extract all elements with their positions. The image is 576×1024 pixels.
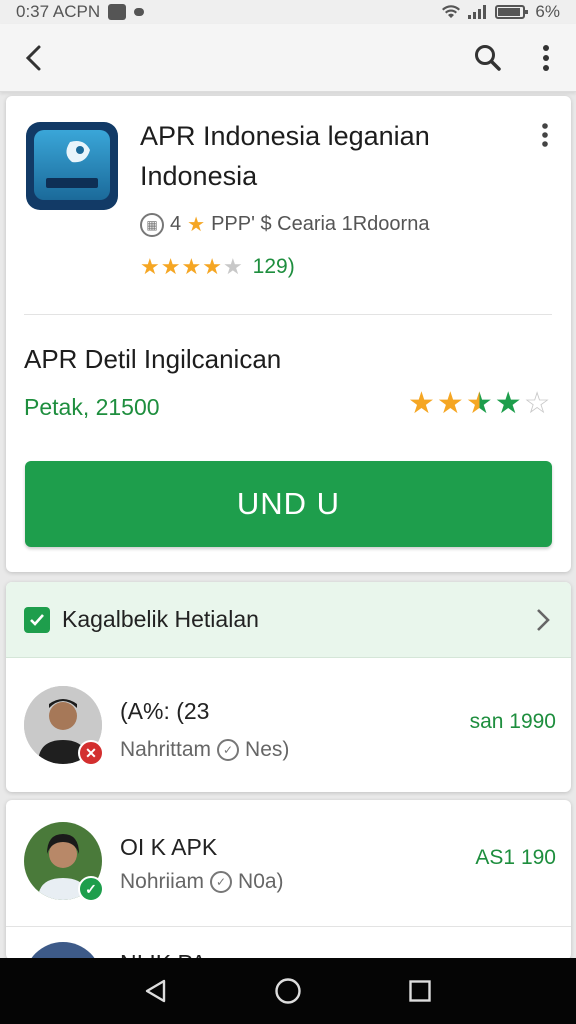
list-header[interactable]: Kagalbelik Hetialan bbox=[6, 582, 571, 658]
chevron-right-icon bbox=[528, 604, 558, 636]
search-button[interactable] bbox=[466, 38, 510, 78]
meta-rating: 4 bbox=[170, 213, 182, 235]
error-status-icon: ✕ bbox=[78, 740, 104, 766]
item-sub-text: Nohriiam bbox=[120, 870, 205, 893]
notification-icon bbox=[108, 4, 127, 20]
item-sub-text: Nahrittam bbox=[120, 738, 212, 761]
item-subtitle: Nohriiam ✓ N0a) bbox=[120, 870, 284, 894]
more-vertical-icon bbox=[542, 123, 548, 147]
avatar: ✕ bbox=[24, 686, 104, 766]
star-empty-icon: ★ bbox=[222, 254, 243, 279]
star-icon: ★ bbox=[202, 254, 222, 279]
item-name: OI K APK bbox=[120, 834, 218, 860]
battery-percent: 6% bbox=[535, 2, 560, 21]
review-count: 129) bbox=[252, 255, 295, 278]
app-bar bbox=[0, 24, 576, 92]
avatar: ✓ bbox=[24, 822, 104, 902]
detail-rating-stars: ★ ★ ★ ★ ☆ bbox=[408, 386, 551, 421]
app-detail-card: APR Indonesia leganian Indonesia ▦ 4 ★ P… bbox=[6, 96, 571, 572]
item-subtitle: Nahrittam ✓ Nes) bbox=[120, 738, 289, 762]
nav-back-button[interactable] bbox=[134, 969, 178, 1013]
divider bbox=[6, 926, 571, 927]
back-arrow-icon bbox=[25, 45, 41, 71]
item-sub-tail: Nes) bbox=[245, 738, 290, 761]
list-card-2: ✓ OI K APK Nohriiam ✓ N0a) AS1 190 NI IK… bbox=[6, 800, 571, 960]
nav-recents-button[interactable] bbox=[398, 969, 442, 1013]
item-sub-tail: N0a) bbox=[238, 870, 284, 893]
star-icon: ★ bbox=[160, 254, 181, 279]
signal-icon bbox=[468, 5, 487, 19]
search-icon bbox=[475, 45, 501, 71]
system-nav-bar bbox=[0, 958, 576, 1024]
item-name: (A%: (23 bbox=[120, 698, 210, 724]
list-item[interactable]: NI IK PA bbox=[6, 928, 571, 960]
overflow-menu-button[interactable] bbox=[528, 38, 564, 78]
wifi-icon bbox=[442, 5, 461, 18]
detail-title: APR Detil Ingilcanican bbox=[24, 344, 282, 374]
star-icon: ★ bbox=[140, 254, 160, 279]
content-rating-icon: ▦ bbox=[140, 212, 164, 237]
chat-icon bbox=[134, 8, 145, 16]
star-icon: ★ bbox=[187, 214, 206, 236]
star-half-icon: ★ bbox=[465, 387, 493, 420]
nav-home-button[interactable] bbox=[266, 969, 310, 1013]
app-rating: ★ ★ ★ ★ ★ 129) bbox=[140, 254, 295, 280]
item-price: AS1 190 bbox=[475, 846, 556, 869]
price-text: Petak, 21500 bbox=[24, 394, 160, 420]
app-logo-icon bbox=[24, 120, 120, 212]
triangle-back-icon bbox=[145, 979, 166, 1003]
checkbox-checked-icon bbox=[24, 606, 50, 633]
divider bbox=[24, 314, 552, 315]
install-button[interactable]: UND U bbox=[25, 461, 552, 547]
status-time: 0:37 ACPN bbox=[16, 2, 101, 21]
status-bar: 0:37 ACPN 6% bbox=[0, 0, 576, 24]
rating-stars: ★ ★ ★ ★ ★ bbox=[140, 254, 243, 280]
star-icon: ★ bbox=[494, 387, 522, 420]
check-circle-icon: ✓ bbox=[217, 739, 240, 761]
list-item[interactable]: ✕ (A%: (23 Nahrittam ✓ Nes) san 1990 bbox=[6, 662, 571, 782]
star-icon: ★ bbox=[181, 254, 202, 279]
circle-home-icon bbox=[275, 978, 301, 1004]
battery-icon bbox=[495, 5, 529, 19]
star-icon: ★ bbox=[436, 387, 464, 420]
meta-text: PPP' $ Cearia 1Rdoorna bbox=[211, 213, 430, 235]
list-item[interactable]: ✓ OI K APK Nohriiam ✓ N0a) AS1 190 bbox=[6, 800, 571, 920]
list-header-label: Kagalbelik Hetialan bbox=[62, 606, 259, 632]
app-title: APR Indonesia leganian Indonesia bbox=[140, 121, 430, 191]
square-recents-icon bbox=[409, 980, 431, 1002]
more-vertical-icon bbox=[543, 45, 549, 71]
back-button[interactable] bbox=[14, 38, 54, 78]
star-empty-icon: ☆ bbox=[523, 387, 551, 420]
verified-status-icon: ✓ bbox=[78, 876, 104, 902]
star-icon: ★ bbox=[408, 387, 435, 420]
app-meta: ▦ 4 ★ PPP' $ Cearia 1Rdoorna bbox=[140, 212, 429, 237]
list-card: Kagalbelik Hetialan ✕ (A%: (23 Nahrittam… bbox=[6, 582, 571, 792]
item-price: san 1990 bbox=[469, 710, 556, 733]
check-circle-icon: ✓ bbox=[210, 871, 233, 893]
card-overflow-button[interactable] bbox=[530, 120, 560, 150]
